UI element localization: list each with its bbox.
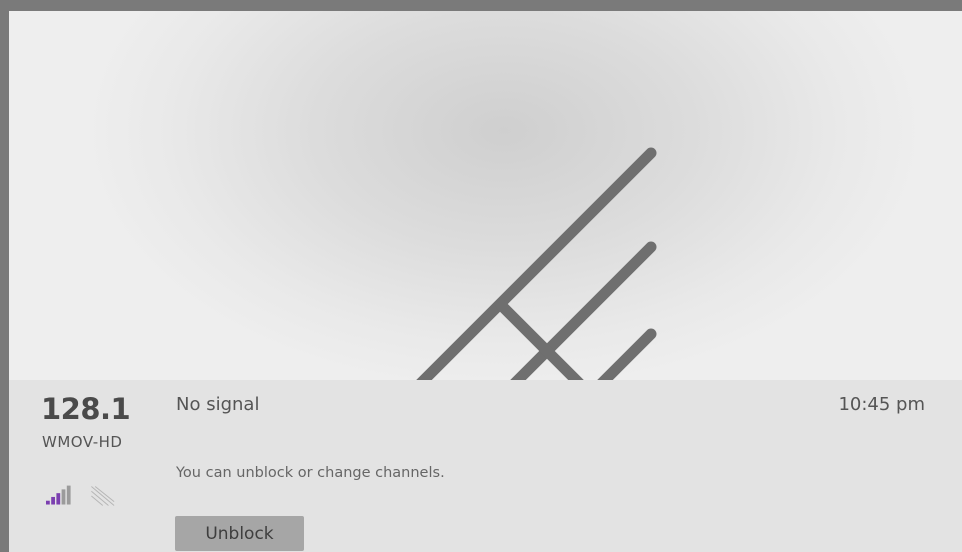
clock-time: 10:45 pm [838, 394, 925, 415]
antenna-icon [416, 147, 657, 380]
signal-bar [66, 485, 71, 505]
signal-bar [56, 493, 61, 505]
no-signal-icon [91, 486, 115, 506]
channel-number: 128.1 [41, 392, 131, 426]
status-message: You can unblock or change channels. [176, 465, 445, 481]
channel-name: WMOV-HD [42, 433, 123, 451]
signal-bar [61, 489, 66, 505]
tv-screen: 128.1 WMOV-HD No signal 10:45 pm You can… [9, 11, 962, 552]
signal-strength-icon [46, 485, 115, 506]
signal-bar [51, 496, 55, 505]
signal-bar [46, 500, 50, 505]
channel-info-panel: 128.1 WMOV-HD No signal 10:45 pm You can… [9, 380, 962, 552]
tv-frame: 128.1 WMOV-HD No signal 10:45 pm You can… [0, 0, 962, 552]
status-title: No signal [176, 394, 260, 415]
unblock-button[interactable]: Unblock [175, 516, 304, 551]
